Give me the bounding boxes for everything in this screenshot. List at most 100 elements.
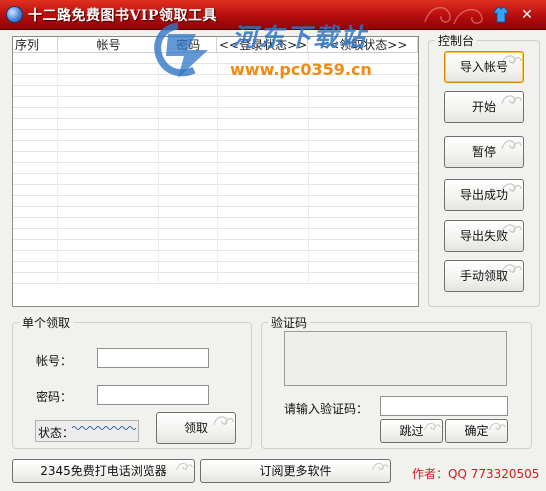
- table-cell: [309, 240, 418, 251]
- table-cell: [309, 174, 418, 185]
- swirl-decoration: [501, 140, 522, 150]
- export-success-label: 导出成功: [459, 188, 508, 202]
- swirl-decoration: [213, 416, 234, 426]
- table-cell: [159, 152, 218, 163]
- table-cell: [58, 130, 159, 141]
- table-row[interactable]: [13, 251, 418, 262]
- subscribe-software-button[interactable]: 订阅更多软件: [200, 459, 391, 483]
- start-button[interactable]: 开始: [444, 91, 524, 123]
- account-field-label: 帐号：: [36, 354, 73, 368]
- client-area: 序列 帐号 密码 <<登录状态>> <<领取状态>> 控制台 导入帐号 开始 暂…: [0, 30, 546, 491]
- table-cell: [13, 262, 58, 273]
- table-cell: [218, 185, 309, 196]
- import-accounts-button[interactable]: 导入帐号: [444, 51, 524, 83]
- table-cell: [13, 196, 58, 207]
- table-cell: [218, 218, 309, 229]
- table-cell: [218, 251, 309, 262]
- password-field-label: 密码：: [36, 390, 73, 404]
- table-cell: [58, 75, 159, 86]
- password-input[interactable]: [97, 385, 209, 405]
- table-cell: [218, 207, 309, 218]
- table-cell: [309, 97, 418, 108]
- table-row[interactable]: [13, 174, 418, 185]
- table-row[interactable]: [13, 229, 418, 240]
- table-cell: [13, 86, 58, 97]
- table-cell: [218, 240, 309, 251]
- table-cell: [218, 262, 309, 273]
- manual-claim-button[interactable]: 手动领取: [444, 260, 524, 292]
- table-cell: [218, 119, 309, 130]
- confirm-button[interactable]: 确定: [445, 419, 508, 443]
- app-icon: [6, 6, 23, 23]
- table-row[interactable]: [13, 108, 418, 119]
- table-cell: [218, 141, 309, 152]
- table-cell: [159, 251, 218, 262]
- table-cell: [58, 163, 159, 174]
- browser-promo-label: 2345免费打电话浏览器: [40, 464, 167, 478]
- table-row[interactable]: [13, 207, 418, 218]
- table-cell: [309, 141, 418, 152]
- table-cell: [159, 196, 218, 207]
- table-cell: [58, 64, 159, 75]
- table-cell: [218, 97, 309, 108]
- table-row[interactable]: [13, 218, 418, 229]
- browser-promo-button[interactable]: 2345免费打电话浏览器: [12, 459, 195, 483]
- export-fail-button[interactable]: 导出失败: [444, 220, 524, 252]
- skip-button[interactable]: 跳过: [380, 419, 443, 443]
- captcha-image[interactable]: [284, 331, 507, 386]
- table-cell: [58, 273, 159, 284]
- table-cell: [159, 97, 218, 108]
- table-cell: [13, 141, 58, 152]
- table-cell: [13, 97, 58, 108]
- table-cell: [159, 273, 218, 284]
- table-cell: [218, 229, 309, 240]
- table-cell: [218, 130, 309, 141]
- start-label: 开始: [471, 100, 496, 114]
- table-cell: [13, 64, 58, 75]
- table-row[interactable]: [13, 86, 418, 97]
- table-cell: [309, 86, 418, 97]
- table-row[interactable]: [13, 130, 418, 141]
- export-success-button[interactable]: 导出成功: [444, 179, 524, 211]
- table-row[interactable]: [13, 196, 418, 207]
- table-row[interactable]: [13, 152, 418, 163]
- table-row[interactable]: [13, 273, 418, 284]
- table-row[interactable]: [13, 240, 418, 251]
- table-row[interactable]: [13, 119, 418, 130]
- claim-button[interactable]: 领取: [156, 412, 236, 444]
- table-cell: [159, 185, 218, 196]
- table-cell: [159, 163, 218, 174]
- skin-shirt-icon[interactable]: [494, 7, 508, 23]
- table-row[interactable]: [13, 163, 418, 174]
- table-cell: [58, 207, 159, 218]
- pause-button[interactable]: 暂停: [444, 136, 524, 168]
- table-cell: [309, 218, 418, 229]
- claim-label: 领取: [183, 421, 208, 435]
- column-header-index[interactable]: 序列: [13, 37, 58, 52]
- skip-label: 跳过: [399, 424, 424, 438]
- table-cell: [58, 119, 159, 130]
- table-cell: [309, 152, 418, 163]
- author-contact: 作者：QQ 773320505: [412, 467, 540, 481]
- captcha-panel-label: 验证码: [268, 316, 311, 330]
- table-cell: [309, 119, 418, 130]
- column-header-account[interactable]: 帐号: [58, 37, 159, 52]
- table-row[interactable]: [13, 185, 418, 196]
- table-cell: [218, 273, 309, 284]
- table-cell: [13, 273, 58, 284]
- table-cell: [13, 229, 58, 240]
- table-cell: [13, 53, 58, 64]
- table-cell: [13, 240, 58, 251]
- table-row[interactable]: [13, 262, 418, 273]
- watermark-url: www.pc0359.cn: [230, 60, 372, 79]
- table-body: [13, 53, 418, 306]
- table-row[interactable]: [13, 97, 418, 108]
- close-button[interactable]: ✕: [516, 5, 538, 25]
- status-display: 状态：: [35, 420, 139, 442]
- swirl-decoration: [489, 423, 506, 431]
- captcha-input[interactable]: [380, 396, 508, 416]
- account-input[interactable]: [97, 348, 209, 368]
- table-cell: [58, 262, 159, 273]
- table-row[interactable]: [13, 141, 418, 152]
- table-cell: [58, 86, 159, 97]
